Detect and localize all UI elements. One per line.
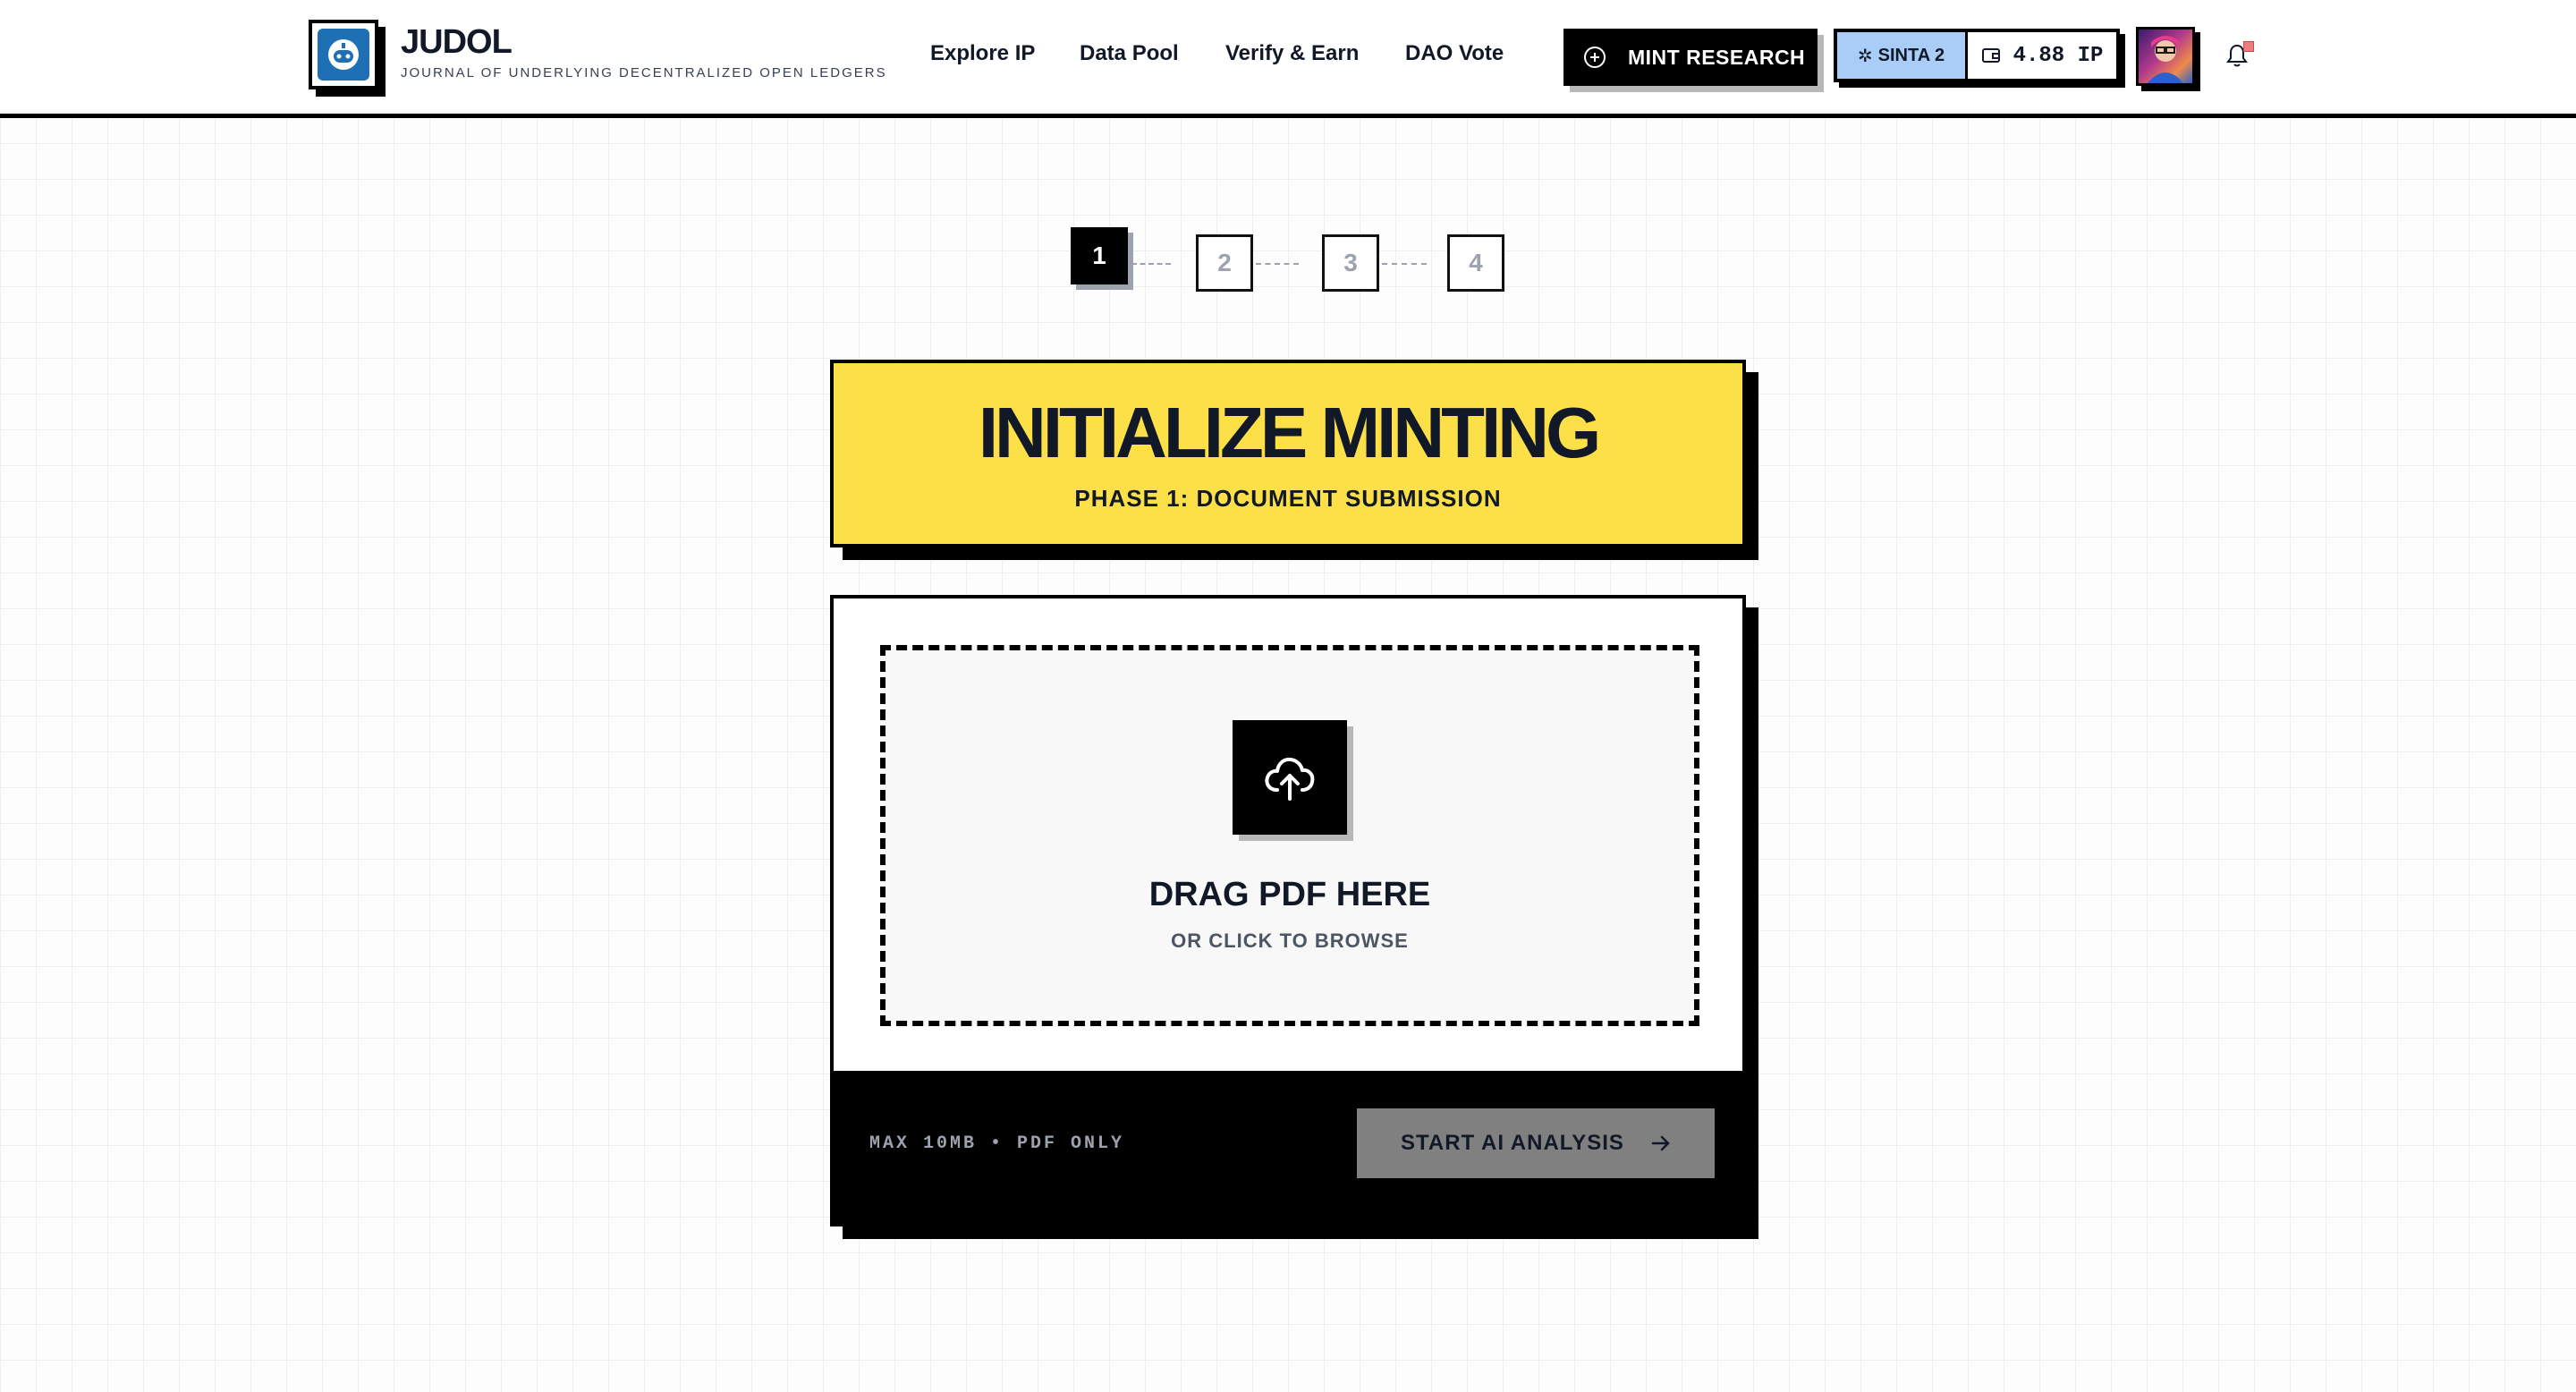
- wallet-icon: [1981, 47, 2001, 64]
- arrow-right-icon: [1651, 1135, 1671, 1151]
- page-title: INITIALIZE MINTING: [978, 393, 1601, 472]
- sinta-label: SINTA 2: [1877, 45, 1945, 65]
- nav-verify-earn[interactable]: Verify & Earn: [1225, 43, 1359, 64]
- mint-research-label: MINT RESEARCH: [1628, 45, 1806, 69]
- nav-explore-ip[interactable]: Explore IP: [930, 43, 1035, 64]
- nav-dao-vote[interactable]: DAO Vote: [1405, 43, 1504, 64]
- balance-value: 4.88 IP: [2012, 43, 2104, 68]
- brand-title[interactable]: JUDOL: [401, 25, 513, 59]
- research-robot-icon: [318, 29, 369, 81]
- step-connector: [1382, 263, 1427, 265]
- step-4[interactable]: 4: [1447, 234, 1504, 292]
- plus-circle-icon: [1583, 46, 1606, 69]
- start-ai-analysis-button[interactable]: START AI ANALYSIS: [1357, 1108, 1715, 1178]
- step-2[interactable]: 2: [1196, 234, 1253, 292]
- step-connector: [1256, 263, 1299, 265]
- sparkle-icon: ✲: [1857, 46, 1873, 66]
- wallet-widget: ✲ SINTA 2 4.88 IP: [1834, 29, 2120, 82]
- wallet-balance[interactable]: 4.88 IP: [1968, 32, 2116, 79]
- step-connector: [1131, 263, 1171, 265]
- sinta-badge[interactable]: ✲ SINTA 2: [1837, 32, 1968, 79]
- step-1[interactable]: 1: [1071, 227, 1128, 284]
- brand-subtitle: JOURNAL OF UNDERLYING DECENTRALIZED OPEN…: [401, 65, 887, 81]
- pdf-dropzone[interactable]: DRAG PDF HERE OR CLICK TO BROWSE: [880, 645, 1699, 1026]
- nav-data-pool[interactable]: Data Pool: [1080, 43, 1179, 64]
- upload-card: DRAG PDF HERE OR CLICK TO BROWSE MAX 10M…: [830, 595, 1746, 1226]
- top-navbar: JUDOL JOURNAL OF UNDERLYING DECENTRALIZE…: [0, 0, 2576, 118]
- title-card: INITIALIZE MINTING PHASE 1: DOCUMENT SUB…: [830, 360, 1746, 547]
- cloud-upload-icon: [1233, 720, 1347, 835]
- notification-dot: [2243, 41, 2254, 52]
- mint-research-button[interactable]: MINT RESEARCH: [1563, 29, 1818, 86]
- start-ai-analysis-label: START AI ANALYSIS: [1401, 1131, 1624, 1155]
- click-to-browse-text[interactable]: OR CLICK TO BROWSE: [886, 931, 1694, 951]
- brand-logo[interactable]: [309, 20, 378, 89]
- phase-subtitle: PHASE 1: DOCUMENT SUBMISSION: [1074, 485, 1502, 512]
- drag-pdf-title: DRAG PDF HERE: [1148, 876, 1431, 913]
- user-avatar[interactable]: [2136, 27, 2195, 86]
- file-limits-text: MAX 10MB • PDF ONLY: [869, 1133, 1125, 1154]
- step-3[interactable]: 3: [1322, 234, 1379, 292]
- upload-footer: MAX 10MB • PDF ONLY START AI ANALYSIS: [834, 1071, 1742, 1223]
- notifications-button[interactable]: [2225, 41, 2254, 70]
